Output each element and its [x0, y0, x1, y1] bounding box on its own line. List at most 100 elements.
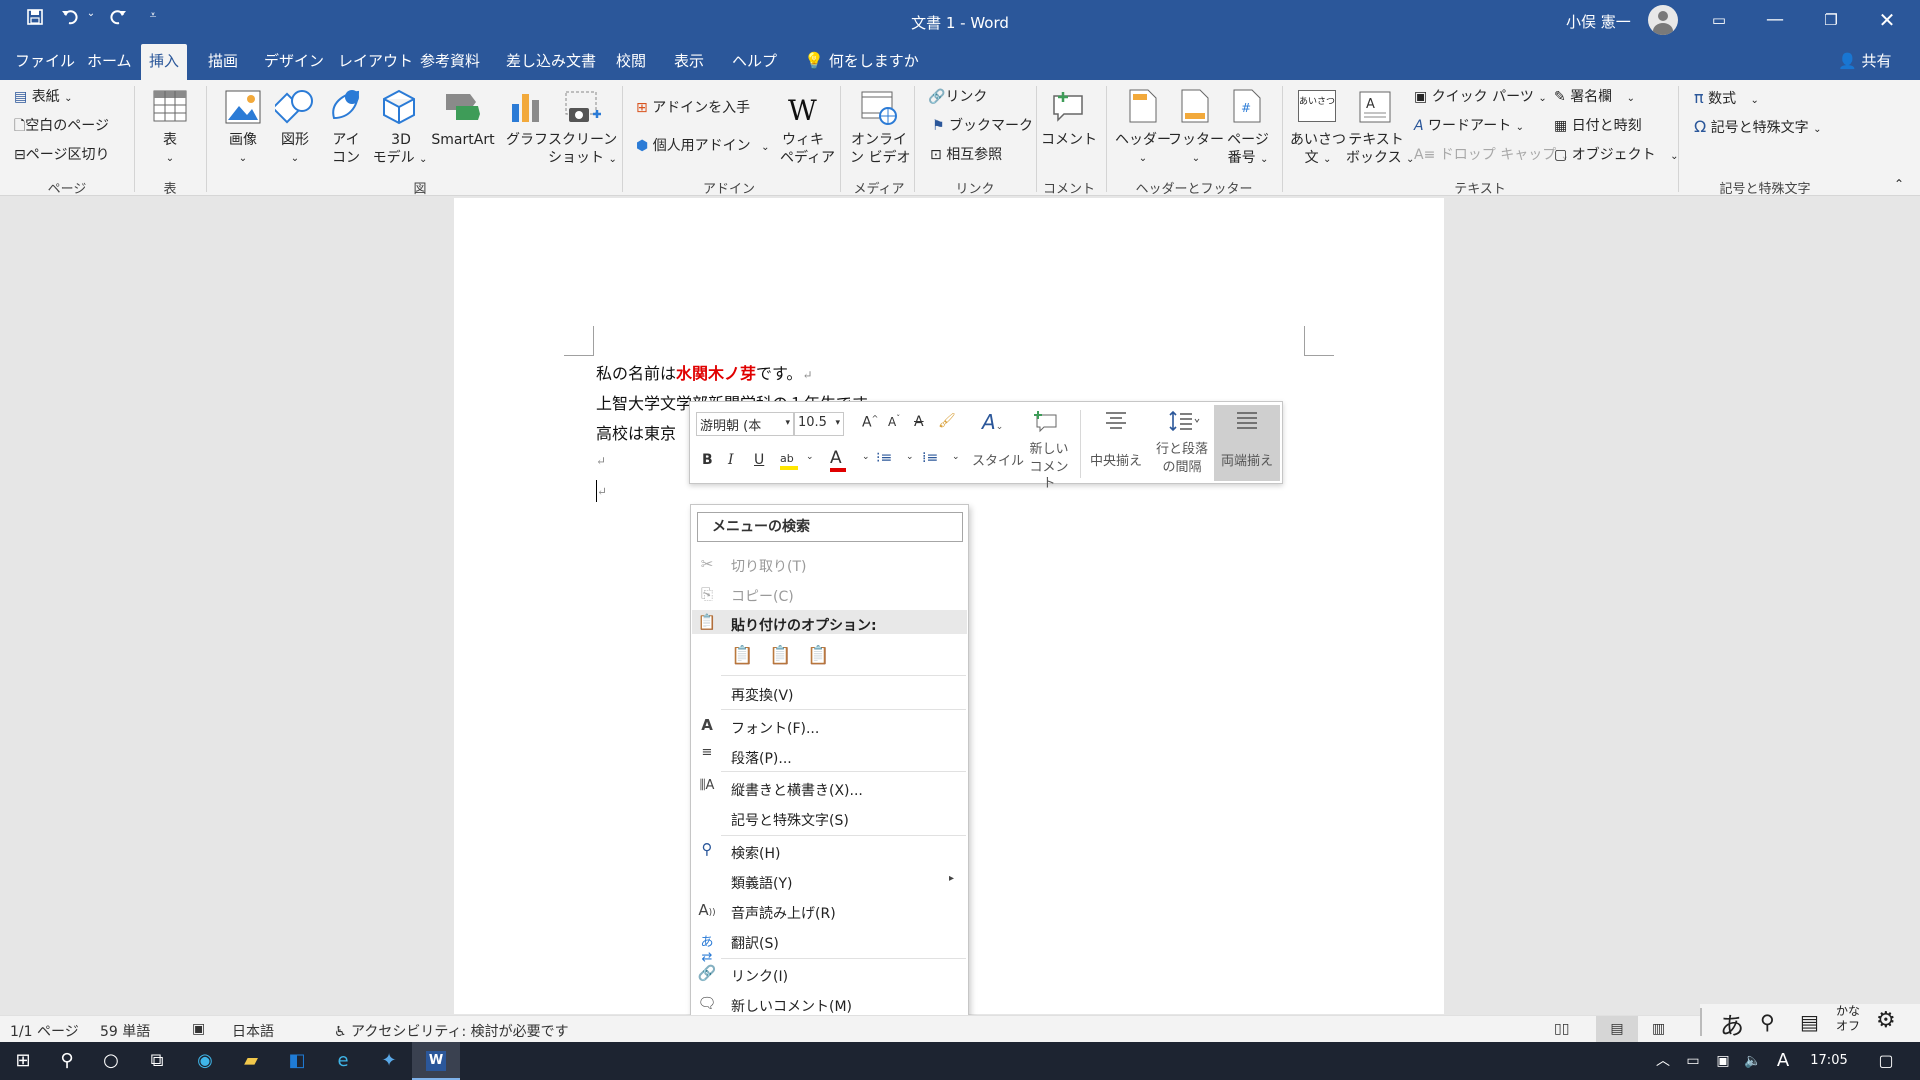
clock[interactable]: 17:05: [1802, 1042, 1856, 1080]
format-painter-icon[interactable]: 🖌: [938, 413, 956, 429]
get-addins-button[interactable]: ⊞ アドインを入手: [636, 100, 750, 117]
cover-page-button[interactable]: ▤ 表紙 ⌄: [14, 89, 73, 107]
menu-item-paragraph[interactable]: 段落(P)...: [731, 748, 792, 768]
close-icon[interactable]: ✕: [1859, 0, 1915, 44]
signature-line-button[interactable]: ✎ 署名欄 ⌄: [1554, 89, 1635, 107]
network-icon[interactable]: ▣: [1708, 1042, 1738, 1080]
edge-icon[interactable]: ◉: [182, 1042, 228, 1080]
picture-icon[interactable]: [225, 90, 261, 128]
justify-label[interactable]: 両端揃え: [1214, 454, 1280, 470]
menu-item-read-aloud[interactable]: 音声読み上げ(R): [731, 903, 836, 923]
3d-models-icon[interactable]: [382, 89, 416, 129]
outlook-icon[interactable]: ◧: [274, 1042, 320, 1080]
line-spacing-icon[interactable]: [1168, 410, 1202, 436]
underline-icon[interactable]: U: [754, 452, 764, 468]
word-count[interactable]: 59 単語: [100, 1021, 150, 1041]
new-comment-label-1[interactable]: 新しい: [1026, 442, 1072, 458]
chevron-down-icon[interactable]: ⌄: [862, 452, 870, 462]
page-number-icon[interactable]: #: [1232, 88, 1262, 128]
chart-icon[interactable]: [509, 90, 543, 128]
font-name-dropdown[interactable]: 游明朝 (本 ▾: [696, 412, 794, 436]
menu-item-font[interactable]: フォント(F)...: [731, 718, 819, 738]
styles-icon[interactable]: A⌄: [982, 410, 1003, 434]
screenshot-label-1[interactable]: スクリーン: [548, 132, 617, 149]
battery-icon[interactable]: ▭: [1678, 1042, 1708, 1080]
volume-icon[interactable]: 🔈: [1738, 1042, 1768, 1080]
center-align-label[interactable]: 中央揃え: [1082, 454, 1150, 470]
wikipedia-icon[interactable]: W: [788, 94, 817, 127]
collapse-ribbon-icon[interactable]: ⌃: [1894, 176, 1904, 193]
ribbon-display-options-icon[interactable]: ▭: [1691, 0, 1747, 44]
new-comment-icon[interactable]: [1050, 90, 1088, 126]
chart-label[interactable]: グラフ: [504, 132, 550, 149]
drop-cap-button[interactable]: A≡ ドロップ キャップ ⌄: [1414, 147, 1569, 165]
menu-item-synonyms[interactable]: 類義語(Y): [731, 873, 792, 893]
blank-page-button[interactable]: 🗋空白のページ: [14, 118, 109, 135]
online-video-icon[interactable]: [860, 90, 898, 130]
icons-label-1[interactable]: アイ: [326, 132, 366, 149]
menu-search-input[interactable]: メニューの検索: [697, 512, 963, 542]
word-taskbar-button[interactable]: W: [412, 1042, 460, 1080]
center-align-icon[interactable]: [1104, 410, 1128, 436]
search-icon[interactable]: ⚲: [44, 1042, 90, 1080]
symbol-button[interactable]: Ω 記号と特殊文字 ⌄: [1694, 118, 1822, 138]
task-view-icon[interactable]: ⧉: [134, 1042, 180, 1080]
quick-parts-button[interactable]: ▣ クイック パーツ ⌄: [1414, 89, 1547, 107]
menu-item-translate[interactable]: 翻訳(S): [731, 933, 779, 953]
clear-formatting-icon[interactable]: A: [914, 414, 924, 430]
header-label[interactable]: ヘッダー: [1112, 132, 1174, 149]
styles-label[interactable]: スタイル: [972, 454, 1024, 470]
tell-me-search[interactable]: 💡 何をしますか: [796, 44, 927, 80]
tab-mailings[interactable]: 差し込み文書: [498, 44, 604, 80]
tab-draw[interactable]: 描画: [200, 44, 246, 80]
greeting-icon[interactable]: あいさつ: [1298, 90, 1336, 122]
ime-pad-icon[interactable]: ⚲: [1760, 1010, 1775, 1034]
internet-explorer-icon[interactable]: e: [320, 1042, 366, 1080]
document-line-1[interactable]: 私の名前は水関木ノ芽です。↵: [596, 360, 813, 384]
text-box-icon[interactable]: A: [1358, 90, 1392, 128]
tab-insert[interactable]: 挿入: [141, 44, 188, 80]
icons-icon[interactable]: [328, 88, 364, 128]
chevron-down-icon[interactable]: ⌄: [806, 452, 814, 462]
app-icon[interactable]: ✦: [366, 1042, 412, 1080]
menu-item-cut[interactable]: 切り取り(T): [731, 556, 806, 576]
table-icon[interactable]: [153, 90, 187, 126]
paste-keep-formatting-icon[interactable]: 📋: [731, 645, 753, 666]
tab-references[interactable]: 参考資料: [412, 44, 488, 80]
shapes-label[interactable]: 図形: [272, 132, 318, 149]
date-time-button[interactable]: ▦ 日付と時刻: [1554, 118, 1642, 135]
notifications-icon[interactable]: ▢: [1866, 1042, 1906, 1080]
tray-expand-icon[interactable]: ︿: [1648, 1042, 1678, 1080]
table-button-label[interactable]: 表: [150, 132, 190, 149]
tab-home[interactable]: ホーム: [79, 44, 140, 80]
document-line-4[interactable]: ↵: [596, 450, 606, 469]
cross-reference-button[interactable]: ⊡ 相互参照: [930, 147, 1002, 164]
ime-dictionary-icon[interactable]: ▤: [1800, 1010, 1819, 1034]
screenshot-icon[interactable]: [563, 90, 603, 130]
paste-merge-formatting-icon[interactable]: 📋: [769, 645, 791, 666]
numbering-icon[interactable]: ⁞≡: [922, 450, 938, 466]
language-status[interactable]: 日本語: [232, 1021, 274, 1041]
minimize-icon[interactable]: —: [1747, 0, 1803, 44]
tab-layout[interactable]: レイアウト: [330, 44, 421, 80]
footer-label[interactable]: フッター: [1166, 132, 1226, 149]
share-button[interactable]: 👤 共有: [1838, 44, 1891, 78]
tab-design[interactable]: デザイン: [256, 44, 332, 80]
avatar[interactable]: [1648, 5, 1678, 35]
smartart-label[interactable]: SmartArt: [428, 132, 498, 149]
online-video-label-1[interactable]: オンライ: [850, 132, 908, 149]
smartart-icon[interactable]: [444, 92, 482, 126]
shapes-icon[interactable]: [271, 88, 315, 128]
menu-item-link[interactable]: リンク(I): [731, 966, 788, 986]
page-number-label-1[interactable]: ページ: [1220, 132, 1276, 149]
header-icon[interactable]: [1128, 88, 1158, 128]
menu-item-search[interactable]: 検索(H): [731, 843, 780, 863]
menu-item-reconvert[interactable]: 再変換(V): [731, 685, 794, 705]
comment-label[interactable]: コメント: [1040, 132, 1098, 149]
grow-font-icon[interactable]: A^: [862, 414, 878, 431]
justify-icon[interactable]: [1235, 410, 1259, 436]
ime-indicator[interactable]: A: [1768, 1042, 1798, 1080]
footer-icon[interactable]: [1180, 88, 1210, 128]
text-box-label-1[interactable]: テキスト: [1346, 132, 1406, 149]
tab-file[interactable]: ファイル: [7, 44, 83, 80]
